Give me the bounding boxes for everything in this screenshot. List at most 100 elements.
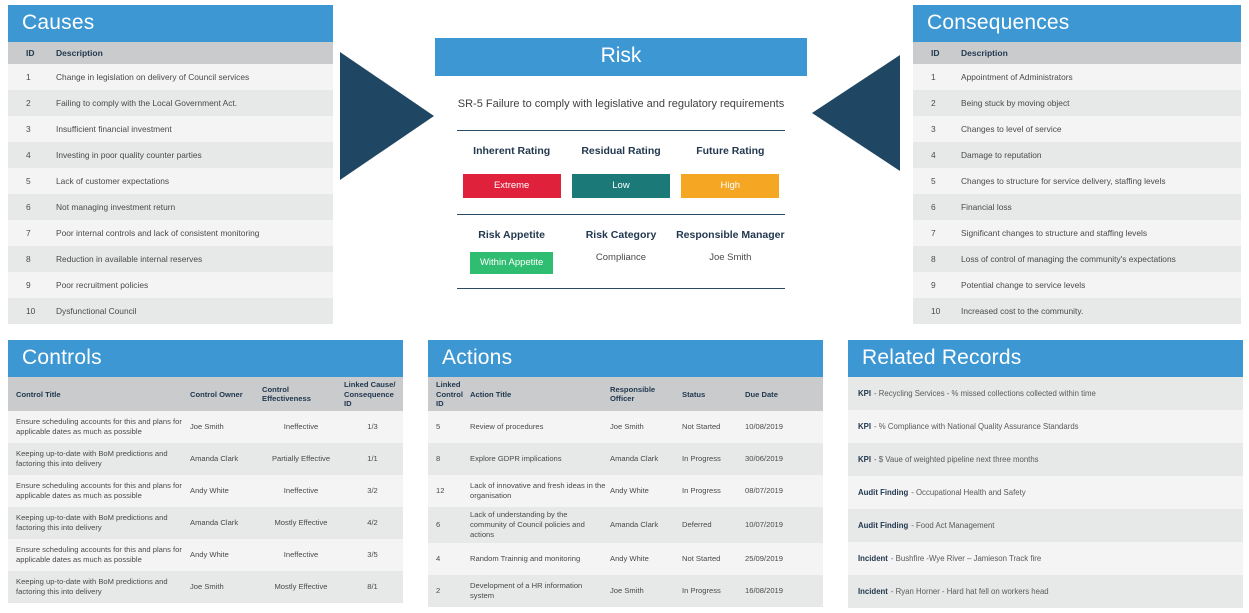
- consequence-id: 3: [931, 124, 936, 135]
- risk-panel: Risk SR-5 Failure to comply with legisla…: [435, 38, 807, 290]
- cause-id: 5: [26, 176, 31, 187]
- table-row[interactable]: 10 Dysfunctional Council: [8, 298, 333, 325]
- table-row[interactable]: 8 Explore GDPR implications Amanda Clark In…: [428, 443, 823, 476]
- table-row[interactable]: 1 Appointment of Administrators: [913, 64, 1241, 91]
- table-row[interactable]: Keeping up-to-date with BoM predictions …: [8, 443, 403, 476]
- table-row[interactable]: 7 Significant changes to structure and st…: [913, 220, 1241, 247]
- arrow-left-icon: [812, 55, 900, 171]
- record-text: - $ Vaue of weighted pipeline next three…: [874, 455, 1039, 465]
- action-due-date: 10/07/2019: [745, 520, 784, 529]
- future-rating: Future Rating High: [676, 145, 785, 199]
- responsible-manager: Responsible Manager Joe Smith: [676, 229, 785, 274]
- control-linked-id: 3/2: [367, 486, 378, 496]
- controls-table: Control Title Control Owner Control Effe…: [8, 377, 403, 604]
- causes-panel-title: Causes: [8, 5, 333, 43]
- record-text: - Food Act Management: [911, 521, 995, 531]
- controls-table-header-row: Control Title Control Owner Control Effe…: [8, 377, 403, 412]
- consequence-id: 4: [931, 150, 936, 161]
- cause-description: Insufficient financial investment: [56, 124, 172, 135]
- table-row[interactable]: 8 Loss of control of managing the communi…: [913, 246, 1241, 273]
- cause-description: Poor recruitment policies: [56, 280, 149, 291]
- consequences-panel-title: Consequences: [913, 5, 1241, 43]
- consequence-description: Increased cost to the community.: [961, 306, 1084, 317]
- table-row[interactable]: 9 Poor recruitment policies: [8, 272, 333, 299]
- table-row[interactable]: 7 Poor internal controls and lack of cons…: [8, 220, 333, 247]
- table-row[interactable]: 12 Lack of innovative and fresh ideas in …: [428, 475, 823, 508]
- cause-id: 10: [26, 306, 36, 317]
- consequence-id: 10: [931, 306, 941, 317]
- table-row[interactable]: 5 Lack of customer expectations: [8, 168, 333, 195]
- control-effectiveness: Mostly Effective: [274, 582, 328, 592]
- action-status: In Progress: [682, 585, 721, 595]
- risk-category: Risk Category Compliance: [566, 229, 675, 274]
- list-item[interactable]: KPI - Recycling Services - % missed colle…: [848, 377, 1243, 411]
- cause-description: Reduction in available internal reserves: [56, 254, 203, 265]
- table-row[interactable]: 6 Financial loss: [913, 194, 1241, 221]
- action-due-date: 16/08/2019: [745, 585, 784, 595]
- action-status: Deferred: [682, 520, 712, 529]
- record-text: - Occupational Health and Safety: [911, 488, 1026, 498]
- table-row[interactable]: 3 Changes to level of service: [913, 116, 1241, 143]
- table-row[interactable]: 2 Failing to comply with the Local Govern…: [8, 90, 333, 117]
- control-linked-id: 3/5: [367, 550, 378, 560]
- control-title: Keeping up-to-date with BoM predictions …: [16, 513, 168, 533]
- cause-description: Failing to comply with the Local Governm…: [56, 98, 238, 109]
- table-row[interactable]: 8 Reduction in available internal reserve…: [8, 246, 333, 273]
- table-row[interactable]: 2 Being stuck by moving object: [913, 90, 1241, 117]
- table-row[interactable]: 3 Insufficient financial investment: [8, 116, 333, 143]
- inherent-rating-badge: Extreme: [462, 174, 561, 199]
- table-row[interactable]: Ensure scheduling accounts for this and …: [8, 475, 403, 508]
- cause-description: Lack of customer expectations: [56, 176, 170, 187]
- list-item[interactable]: KPI - % Compliance with National Quality …: [848, 410, 1243, 444]
- table-row[interactable]: 9 Potential change to service levels: [913, 272, 1241, 299]
- table-row[interactable]: 5 Changes to structure for service delive…: [913, 168, 1241, 195]
- table-row[interactable]: Keeping up-to-date with BoM predictions …: [8, 571, 403, 604]
- consequence-description: Loss of control of managing the communit…: [961, 254, 1176, 265]
- list-item[interactable]: Audit Finding - Food Act Management: [848, 509, 1243, 543]
- table-row[interactable]: 6 Lack of understanding by the community …: [428, 507, 823, 543]
- table-row[interactable]: 2 Development of a HR information system J…: [428, 574, 823, 607]
- control-linked-id: 8/1: [367, 582, 378, 592]
- control-linked-id: 1/3: [367, 422, 378, 432]
- record-type: KPI: [858, 455, 871, 465]
- risk-bowtie-dashboard: Causes ID Description 1 Change in legisla…: [0, 0, 1249, 613]
- list-item[interactable]: KPI - $ Vaue of weighted pipeline next th…: [848, 443, 1243, 477]
- table-row[interactable]: 1 Change in legislation on delivery of Co…: [8, 64, 333, 91]
- control-linked-id: 1/1: [367, 454, 378, 464]
- table-row[interactable]: 6 Not managing investment return: [8, 194, 333, 221]
- cause-id: 9: [26, 280, 31, 291]
- causes-col-description: Description: [50, 42, 333, 65]
- controls-col-title: Control Title: [8, 377, 188, 412]
- divider-bottom: [457, 288, 785, 290]
- table-row[interactable]: 4 Random Trainnig and monitoring Andy Whit…: [428, 542, 823, 575]
- table-row[interactable]: 4 Investing in poor quality counter parti…: [8, 142, 333, 169]
- controls-col-linked-id: Linked Cause/ Consequence ID: [342, 377, 403, 412]
- record-text: - % Compliance with National Quality Ass…: [874, 422, 1079, 432]
- list-item[interactable]: Audit Finding - Occupational Health and S…: [848, 476, 1243, 510]
- list-item[interactable]: Incident - Ryan Horner - Hard hat fell on…: [848, 575, 1243, 609]
- table-row[interactable]: Keeping up-to-date with BoM predictions …: [8, 507, 403, 540]
- cause-id: 2: [26, 98, 31, 109]
- table-row[interactable]: 10 Increased cost to the community.: [913, 298, 1241, 325]
- list-item[interactable]: Incident - Bushfire -Wye River – Jamieson…: [848, 542, 1243, 576]
- actions-col-linked-control-id: Linked Control ID: [428, 377, 468, 412]
- record-type: Audit Finding: [858, 488, 909, 498]
- table-row[interactable]: Ensure scheduling accounts for this and …: [8, 411, 403, 444]
- cause-id: 3: [26, 124, 31, 135]
- action-title: Development of a HR information system: [470, 580, 583, 600]
- table-row[interactable]: 4 Damage to reputation: [913, 142, 1241, 169]
- consequences-panel: Consequences ID Description 1 Appointment…: [913, 5, 1241, 325]
- inherent-rating: Inherent Rating Extreme: [457, 145, 566, 199]
- actions-table-body: 5 Review of procedures Joe Smith Not Starte…: [428, 411, 823, 607]
- residual-rating-label: Residual Rating: [581, 145, 661, 158]
- responsible-manager-label: Responsible Manager: [676, 229, 785, 242]
- control-effectiveness: Partially Effective: [271, 454, 331, 464]
- risk-category-label: Risk Category: [585, 229, 657, 242]
- action-due-date: 25/09/2019: [745, 553, 784, 563]
- risk-category-value: Compliance: [595, 252, 647, 264]
- table-row[interactable]: 5 Review of procedures Joe Smith Not Starte…: [428, 411, 823, 444]
- table-row[interactable]: Ensure scheduling accounts for this and …: [8, 539, 403, 572]
- related-records-panel-title: Related Records: [848, 340, 1243, 378]
- action-title: Explore GDPR implications: [470, 454, 562, 464]
- controls-panel: Controls Control Title Control Owner Con…: [8, 340, 403, 604]
